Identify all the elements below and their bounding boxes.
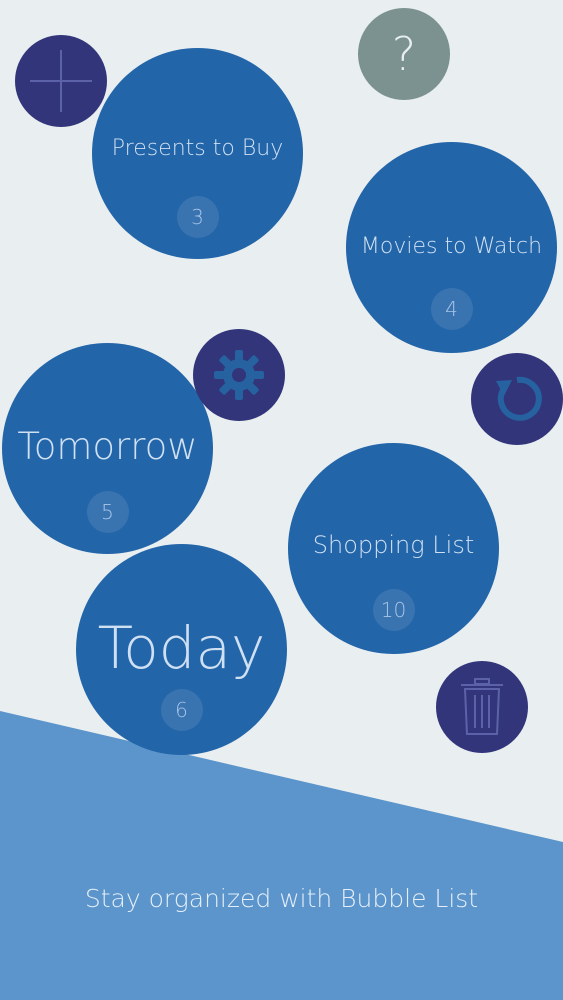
gear-icon [214,350,264,400]
bubble-count-badge: 5 [86,491,129,533]
bubble-movies-to-watch[interactable]: Movies to Watch 4 [346,142,557,353]
bubble-count-badge: 3 [176,196,219,238]
bubble-title: Tomorrow [17,425,198,468]
bubble-title: Today [97,614,266,682]
bubble-count-badge: 10 [372,589,415,631]
banner-tagline: Stay organized with Bubble List [84,884,479,913]
add-button[interactable] [15,35,107,127]
bubble-tomorrow[interactable]: Tomorrow 5 [2,343,213,554]
question-icon: ? [391,27,417,81]
bubble-presents-to-buy[interactable]: Presents to Buy 3 [92,48,303,259]
settings-button[interactable] [193,329,285,421]
bubble-today[interactable]: Today 6 [76,544,287,755]
bubble-title: Movies to Watch [360,234,543,259]
trash-button[interactable] [436,661,528,753]
trash-icon [461,678,503,735]
bubble-title: Presents to Buy [111,136,284,161]
bubble-title: Shopping List [312,531,475,559]
plus-icon [30,50,92,112]
bubble-count-badge: 6 [160,689,203,731]
refresh-icon [496,376,542,421]
app-screen: Presents to Buy 3 Movies to Watch 4 Tomo… [0,0,563,1000]
refresh-button[interactable] [471,353,563,445]
bubble-shopping-list[interactable]: Shopping List 10 [288,443,499,654]
bubble-count-badge: 4 [430,288,473,330]
help-button[interactable]: ? [358,8,450,100]
